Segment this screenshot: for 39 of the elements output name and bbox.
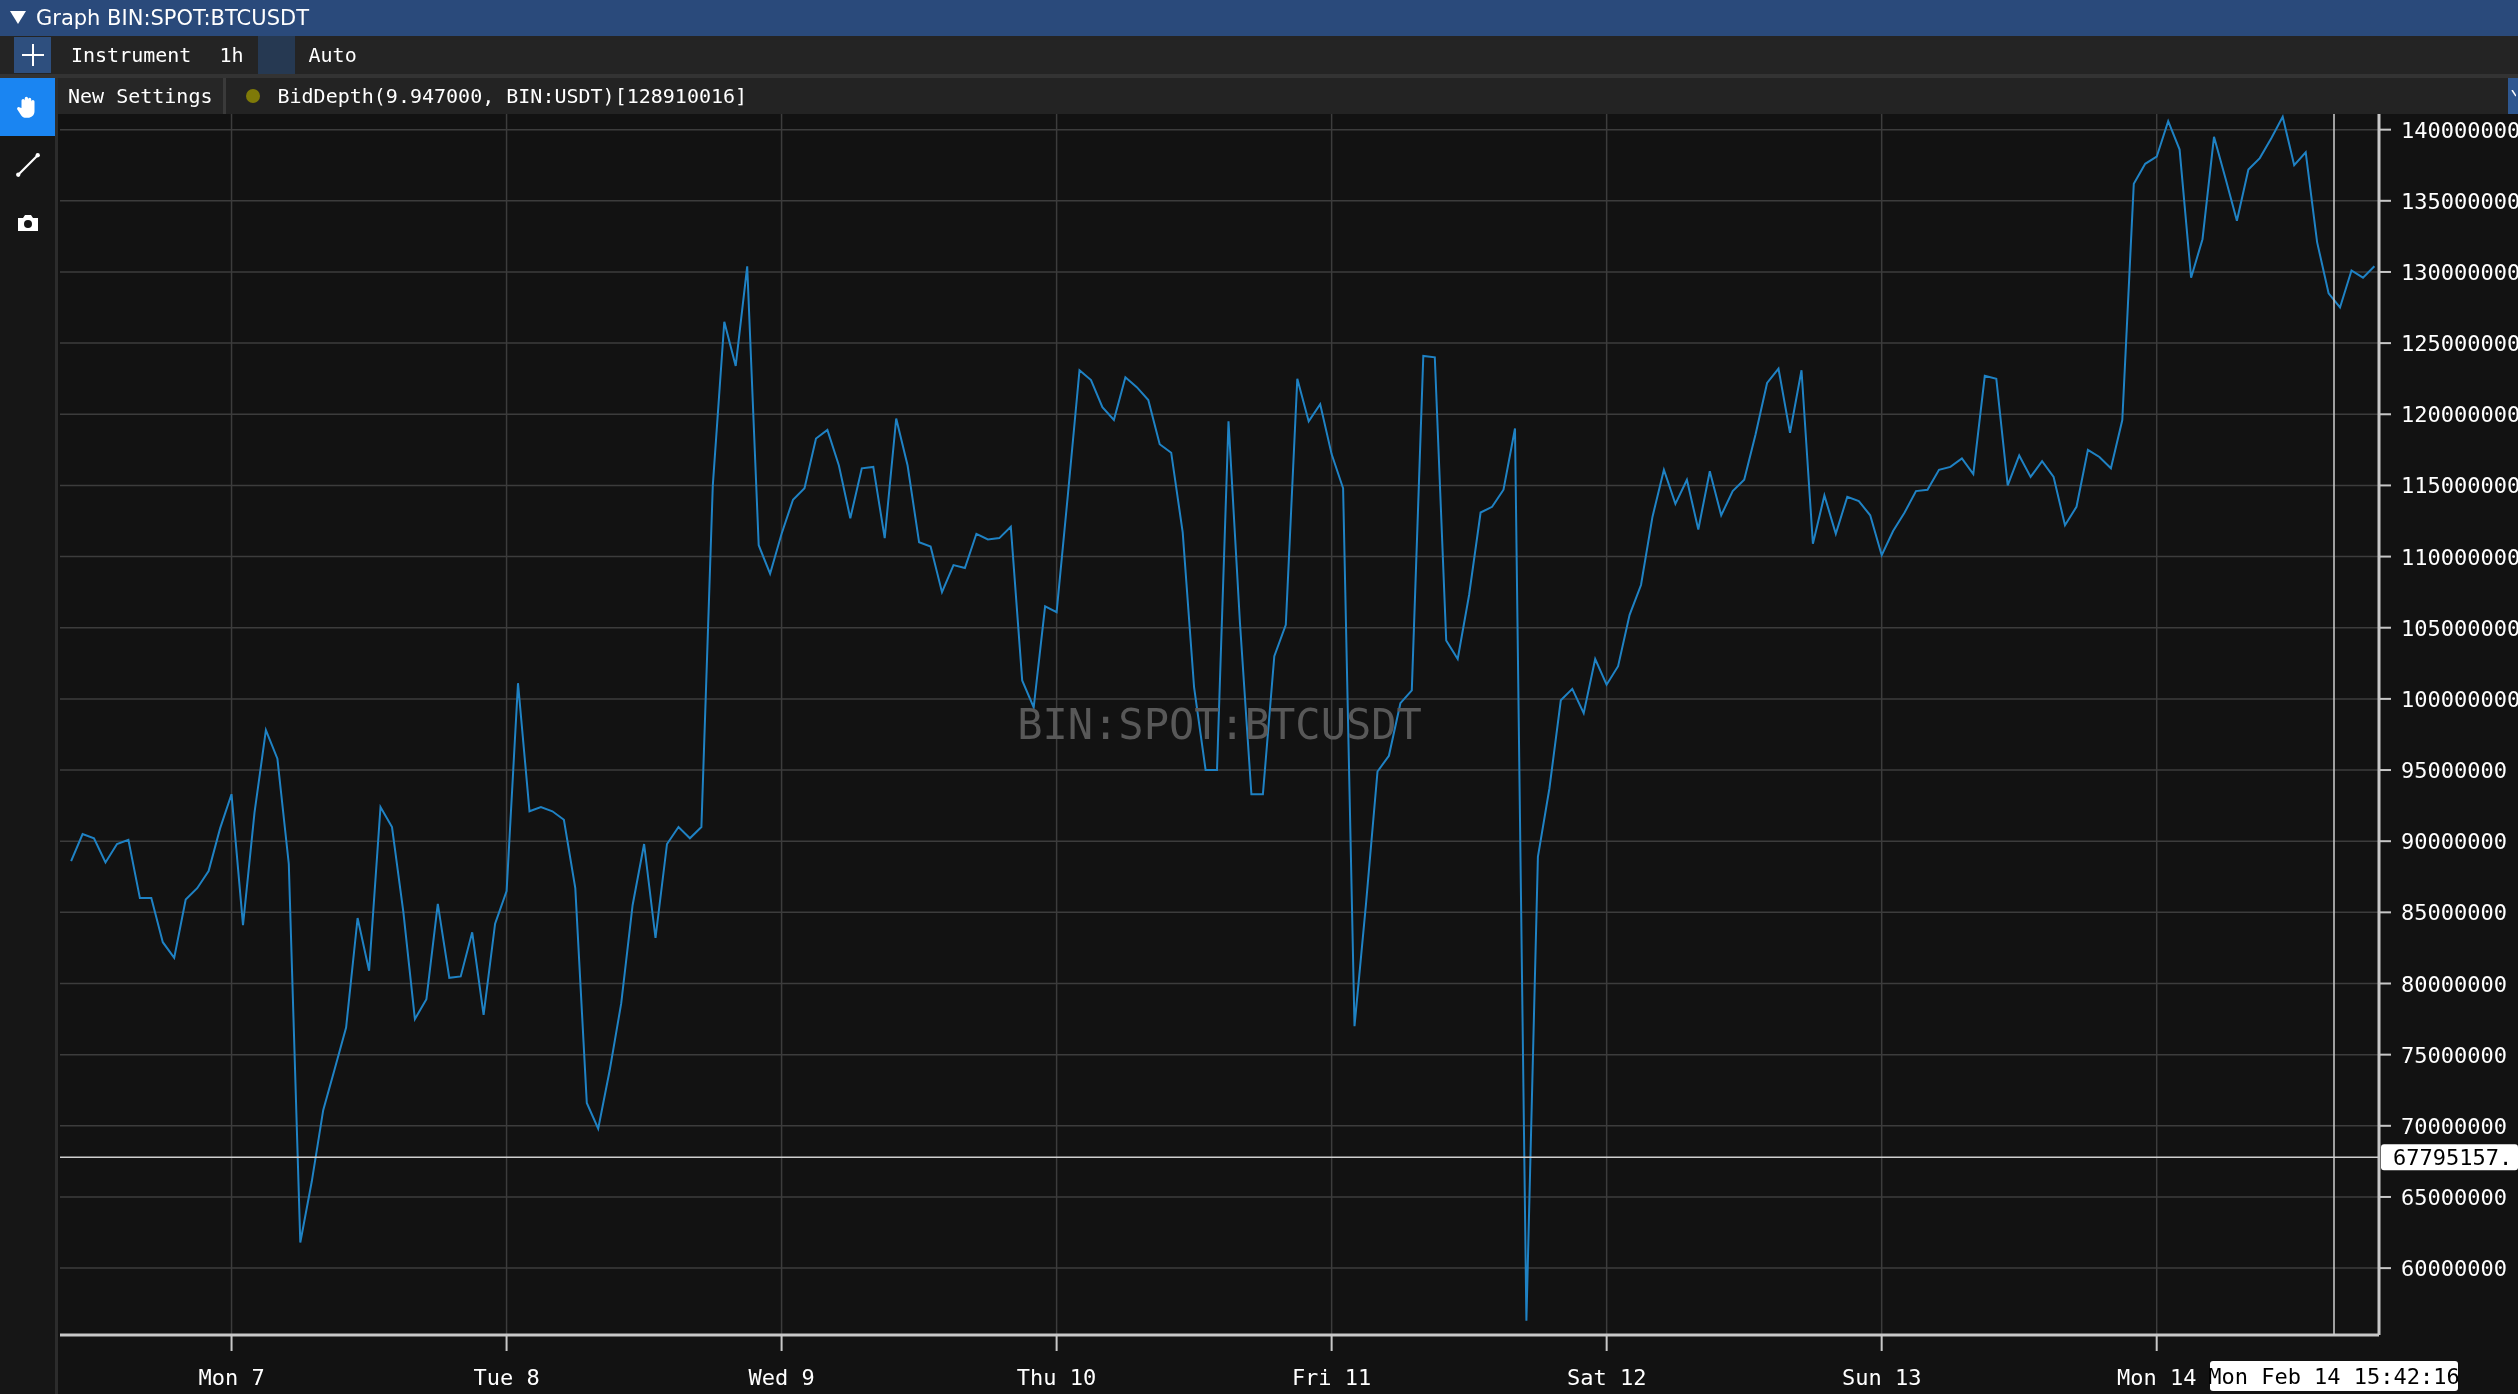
toolbar-button[interactable]: 1h — [205, 43, 258, 67]
series-label[interactable]: BidDepth(9.947000, BIN:USDT)[128910016] — [277, 84, 748, 108]
axis-label: Thu 10 — [1016, 1365, 1097, 1390]
axis-label: 100000000 — [2401, 686, 2518, 712]
axis-label: 125000000 — [2401, 331, 2518, 357]
axis-label: 60000000 — [2401, 1256, 2507, 1282]
axis-label: 85000000 — [2401, 900, 2507, 926]
axis-label: 75000000 — [2401, 1042, 2507, 1068]
axis-label: 115000000 — [2401, 473, 2518, 499]
axis-label: 70000000 — [2401, 1113, 2507, 1139]
ref-line-label: 67795157. — [2393, 1145, 2513, 1171]
axis-label: 95000000 — [2401, 758, 2507, 784]
swatch-button[interactable] — [257, 36, 295, 74]
axis-label: 140000000 — [2401, 117, 2518, 143]
toolbar-button[interactable]: Auto — [294, 43, 371, 67]
axis-label: Tue 8 — [473, 1365, 540, 1390]
axis-label: 110000000 — [2401, 544, 2518, 570]
axis-label: Mon 14 — [2116, 1365, 2197, 1390]
axis-label: 105000000 — [2401, 615, 2518, 641]
axis-label: 130000000 — [2401, 259, 2518, 285]
axis-label: 120000000 — [2401, 402, 2518, 428]
add-button[interactable] — [14, 37, 51, 73]
toolbar-button[interactable]: Instrument — [57, 43, 206, 67]
axis-label: 135000000 — [2401, 188, 2518, 214]
axis-label: Mon 7 — [198, 1365, 265, 1390]
axis-label: Fri 11 — [1291, 1365, 1372, 1390]
close-button[interactable] — [2508, 78, 2518, 114]
axis-label: 90000000 — [2401, 829, 2507, 855]
axis-label: Sun 13 — [1841, 1365, 1922, 1390]
axis-label: Sat 12 — [1566, 1365, 1647, 1390]
collapse-icon[interactable] — [10, 11, 26, 25]
reference-value-label: 67795157. — [2381, 1144, 2518, 1171]
window-title: Graph BIN:SPOT:BTCUSDT — [36, 6, 309, 30]
axis-label: 80000000 — [2401, 971, 2507, 997]
plus-icon — [20, 43, 45, 67]
hand-tool-button[interactable] — [0, 78, 55, 136]
axis-label: 65000000 — [2401, 1184, 2507, 1210]
line-icon — [14, 152, 41, 178]
axis-label: Wed 9 — [748, 1365, 815, 1390]
